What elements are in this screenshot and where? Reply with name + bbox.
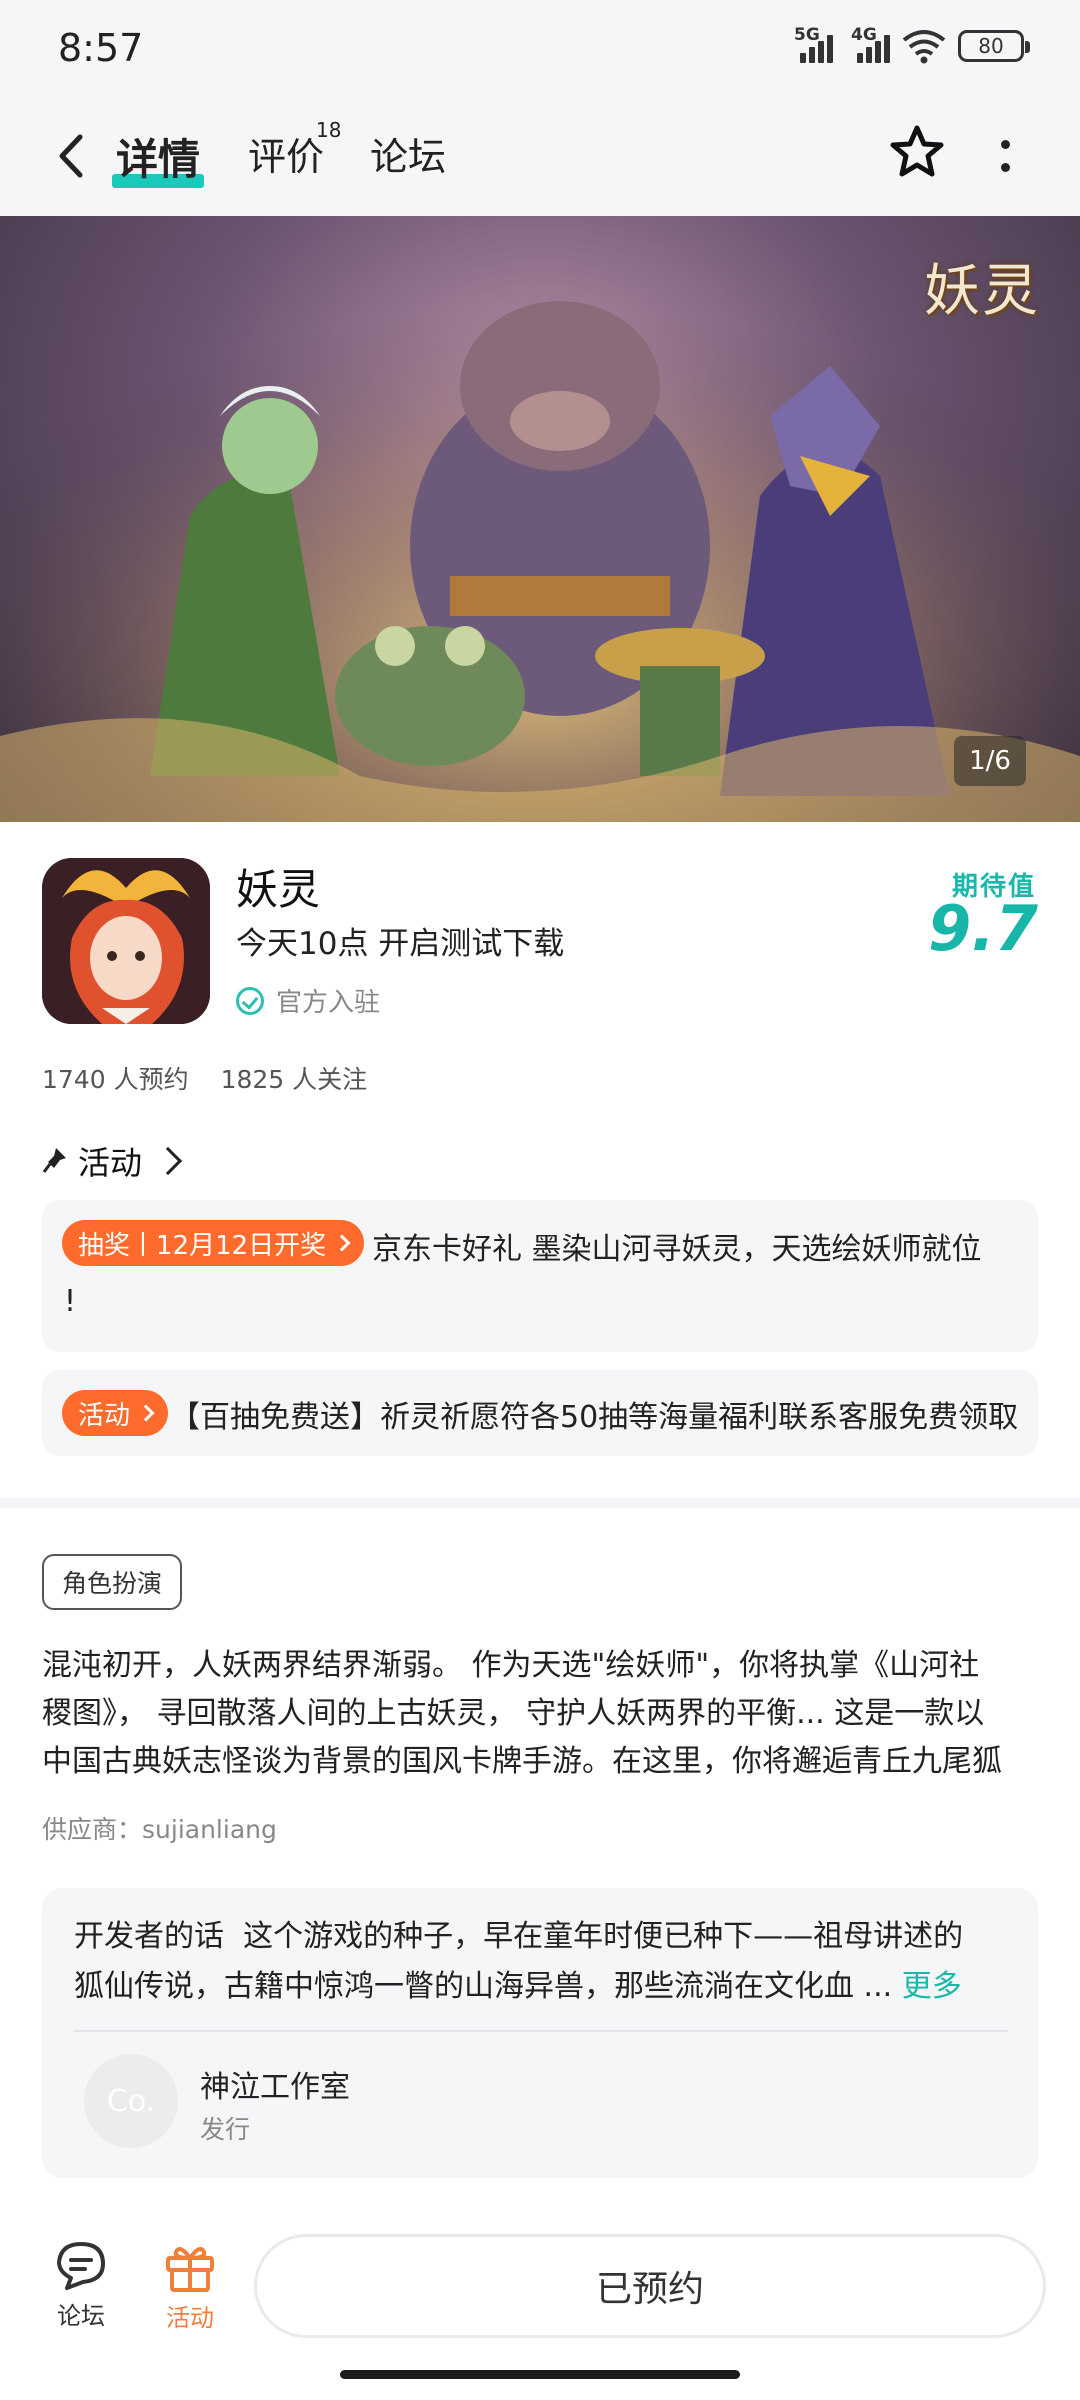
activity-header[interactable]: 活动 [42, 1138, 183, 1184]
game-description[interactable]: 混沌初开，人妖两界结界渐弱。 作为天选"绘妖师"，你将执掌《山河社 稷图》， 寻… [42, 1642, 1038, 1786]
chevron-right-icon [333, 1234, 351, 1252]
tab-review-label: 评价 [248, 135, 325, 179]
activity-card[interactable]: 活动 【百抽免费送】祈灵祈愿符各50抽等海量福利联系客服免费领取 [42, 1370, 1038, 1456]
developer-note-text: 这个游戏的种子，早在童年时便已种下——祖母讲述的 [243, 1919, 964, 1954]
activity-tag: 活动 [62, 1390, 169, 1436]
description-line: 稷图》， 寻回散落人间的上古妖灵， 守护人妖两界的平衡... 这是一款以 [42, 1696, 985, 1731]
nav-activity[interactable]: 活动 [150, 2240, 230, 2333]
banner-page-counter: 1/6 [954, 736, 1026, 786]
top-nav: 详情 评价 18 论坛 [0, 96, 1080, 216]
reservation-count: 1740 人预约 [42, 1065, 189, 1094]
supplier-info: 供应商：sujianliang [42, 1815, 277, 1844]
studio-role: 发行 [200, 2115, 251, 2144]
bottom-bar: 论坛 活动 已预约 [0, 2224, 1080, 2400]
genre-tag[interactable]: 角色扮演 [42, 1554, 183, 1610]
description-line: 中国古典妖志怪谈为背景的国风卡牌手游。在这里，你将邂逅青丘九尾狐 [42, 1744, 1002, 1779]
reserved-button[interactable]: 已预约 [254, 2234, 1046, 2338]
nav-activity-label: 活动 [166, 2304, 214, 2332]
activity-text: 京东卡好礼 墨染山河寻妖灵，天选绘妖师就位 [372, 1232, 982, 1267]
description-line: 混沌初开，人妖两界结界渐弱。 作为天选"绘妖师"，你将执掌《山河社 [42, 1648, 980, 1683]
section-divider [0, 1498, 1080, 1508]
developer-card: 开发者的话 这个游戏的种子，早在童年时便已种下——祖母讲述的 狐仙传说，古籍中惊… [42, 1888, 1038, 2178]
net-type-label: 4G [851, 25, 877, 45]
developer-note-label: 开发者的话 [74, 1919, 224, 1954]
wifi-icon [902, 30, 946, 64]
banner-art [0, 216, 1080, 822]
activity-card[interactable]: 抽奖丨12月12日开奖 京东卡好礼 墨染山河寻妖灵，天选绘妖师就位 ! [42, 1200, 1038, 1352]
activity-tag: 抽奖丨12月12日开奖 [62, 1220, 365, 1266]
banner-carousel[interactable]: 妖灵 1/6 [0, 216, 1080, 822]
star-icon[interactable] [886, 122, 948, 184]
divider [74, 2030, 1008, 2032]
stats-row: 1740 人预约 1825 人关注 [42, 1060, 367, 1096]
expect-score: 9.7 [928, 892, 1038, 965]
status-icons: 5G 4G 80 [794, 25, 1030, 64]
net-type-label: 5G [794, 25, 820, 45]
tab-detail[interactable]: 详情 [116, 126, 200, 187]
developer-note-text: 狐仙传说，古籍中惊鸿一瞥的山海异兽，那些流淌在文化血 ... [74, 1969, 893, 2004]
more-icon[interactable] [990, 126, 1020, 186]
nav-forum-label: 论坛 [57, 2302, 105, 2330]
signal-5g-icon: 5G [794, 25, 833, 63]
gift-icon [166, 2247, 214, 2292]
home-indicator[interactable] [340, 2370, 740, 2379]
more-link[interactable]: 更多 [902, 1969, 962, 2004]
tab-forum[interactable]: 论坛 [370, 126, 446, 181]
chevron-right-icon [137, 1404, 155, 1422]
pin-icon [42, 1148, 66, 1173]
studio-avatar[interactable]: Co. [84, 2054, 178, 2148]
developer-note[interactable]: 开发者的话 这个游戏的种子，早在童年时便已种下——祖母讲述的 狐仙传说，古籍中惊… [74, 1912, 1014, 2012]
app-release-info: 今天10点 开启测试下载 [236, 926, 565, 962]
activity-text-cont: ! [64, 1284, 77, 1319]
verified-check-icon [236, 986, 264, 1015]
official-label: 官方入驻 [276, 988, 381, 1018]
activity-title: 活动 [78, 1144, 143, 1182]
studio-name[interactable]: 神泣工作室 [200, 2062, 350, 2106]
forum-chat-icon [57, 2242, 105, 2290]
app-name: 妖灵 [236, 865, 321, 914]
signal-4g-icon: 4G [851, 25, 890, 63]
official-badge: 官方入驻 [236, 982, 380, 1019]
follower-count: 1825 人关注 [220, 1065, 368, 1094]
back-icon[interactable] [46, 128, 96, 184]
activity-text: 【百抽免费送】祈灵祈愿符各50抽等海量福利联系客服免费领取 [170, 1400, 1019, 1435]
battery-icon: 80 [958, 30, 1030, 62]
tab-review[interactable]: 评价 18 [248, 118, 341, 181]
nav-forum[interactable]: 论坛 [48, 2240, 114, 2331]
status-bar: 8:57 5G 4G 80 [0, 0, 1080, 96]
review-count-badge: 18 [316, 118, 342, 142]
banner-logo: 妖灵 [924, 259, 1040, 324]
chevron-right-icon [153, 1146, 183, 1176]
status-time: 8:57 [58, 26, 144, 70]
app-icon [42, 858, 210, 1024]
